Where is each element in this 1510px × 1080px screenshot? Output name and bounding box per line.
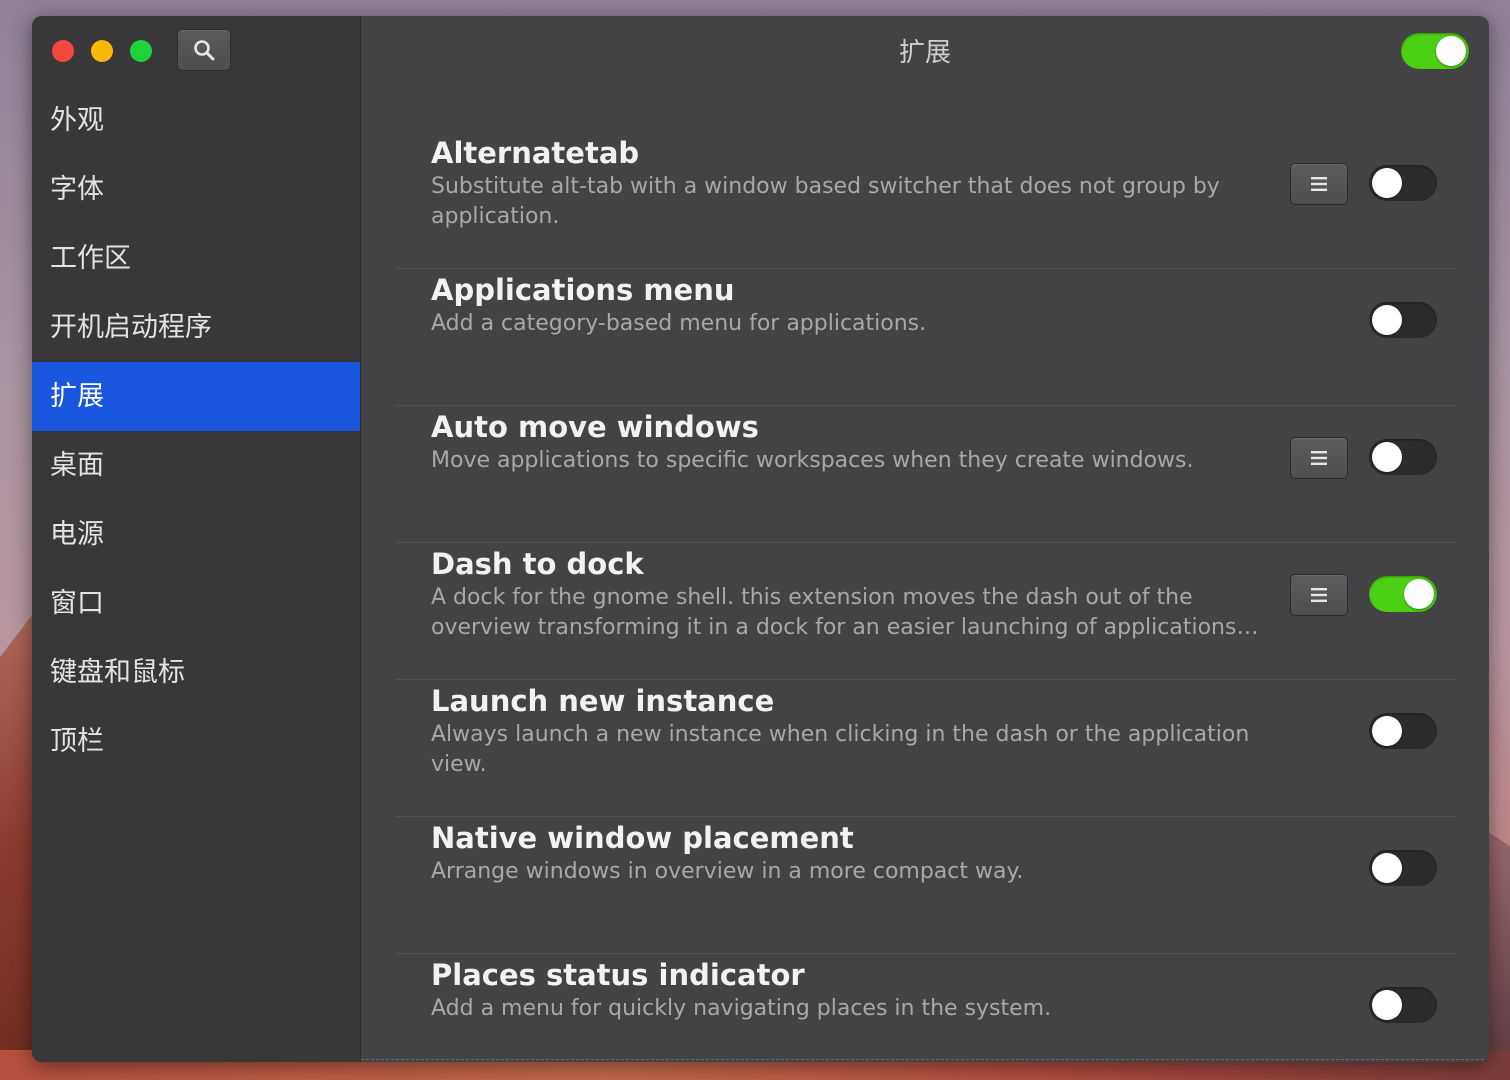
extension-row: Auto move windows Move applications to sp…	[395, 406, 1456, 543]
sidebar-item[interactable]: 外观	[32, 86, 360, 155]
toggle-knob	[1372, 442, 1402, 472]
sidebar-item[interactable]: 电源	[32, 500, 360, 569]
extension-row: Places status indicator Add a menu for qu…	[395, 954, 1456, 1062]
search-button[interactable]	[177, 29, 231, 71]
sidebar-item[interactable]: 开机启动程序	[32, 293, 360, 362]
extension-settings-button[interactable]	[1290, 163, 1348, 205]
list-bottom-edge	[361, 1059, 1489, 1062]
header: 扩展	[361, 16, 1489, 86]
page-title: 扩展	[898, 38, 951, 68]
sidebar-item[interactable]: 字体	[32, 155, 360, 224]
extension-name: Places status indicator	[431, 958, 805, 992]
sidebar-item[interactable]: 窗口	[32, 569, 360, 638]
extension-toggle[interactable]	[1369, 987, 1437, 1023]
extension-toggle[interactable]	[1369, 302, 1437, 338]
minimize-button[interactable]	[91, 40, 113, 62]
extension-toggle[interactable]	[1369, 576, 1437, 612]
extension-description: Move applications to specific workspaces…	[431, 448, 1194, 473]
extension-name: Dash to dock	[431, 547, 644, 581]
toggle-knob	[1372, 853, 1402, 883]
extension-row: Launch new instance Always launch a new i…	[395, 680, 1456, 817]
extension-name: Applications menu	[431, 273, 735, 307]
tweaks-window: 外观 字体 工作区 开机启动程序 扩展 桌面 电源 窗口 键盘和鼠标 顶栏 扩展 Alternat…	[32, 16, 1489, 1062]
extensions-master-toggle[interactable]	[1401, 33, 1469, 69]
extension-description: Add a category-based menu for applicatio…	[431, 311, 927, 336]
toggle-knob	[1372, 168, 1402, 198]
extension-description: Substitute alt-tab with a window based s…	[431, 174, 1220, 229]
sidebar-item[interactable]: 工作区	[32, 224, 360, 293]
extension-toggle[interactable]	[1369, 165, 1437, 201]
extension-name: Auto move windows	[431, 410, 759, 444]
extension-description: Arrange windows in overview in a more co…	[431, 859, 1024, 884]
toggle-knob	[1372, 990, 1402, 1020]
extension-row: Alternatetab Substitute alt-tab with a wi…	[395, 132, 1456, 269]
extension-name: Native window placement	[431, 821, 854, 855]
extension-row: Dash to dock A dock for the gnome shell. …	[395, 543, 1456, 680]
sidebar-titlebar	[32, 16, 360, 86]
extension-settings-button[interactable]	[1290, 574, 1348, 616]
toggle-knob	[1372, 716, 1402, 746]
sidebar-item[interactable]: 扩展	[32, 362, 360, 431]
extension-description: A dock for the gnome shell. this extensi…	[431, 585, 1237, 640]
sidebar: 外观 字体 工作区 开机启动程序 扩展 桌面 电源 窗口 键盘和鼠标 顶栏	[32, 16, 361, 1062]
extension-name: Launch new instance	[431, 684, 775, 718]
menu-lines-icon	[1311, 451, 1327, 465]
close-button[interactable]	[52, 40, 74, 62]
menu-lines-icon	[1311, 588, 1327, 602]
toggle-knob	[1372, 305, 1402, 335]
toggle-knob	[1436, 36, 1466, 66]
menu-lines-icon	[1311, 177, 1327, 191]
extension-row: Native window placement Arrange windows i…	[395, 817, 1456, 954]
extension-settings-button[interactable]	[1290, 437, 1348, 479]
extension-toggle[interactable]	[1369, 713, 1437, 749]
search-icon	[194, 40, 215, 61]
sidebar-nav: 外观 字体 工作区 开机启动程序 扩展 桌面 电源 窗口 键盘和鼠标 顶栏	[32, 86, 360, 776]
extension-toggle[interactable]	[1369, 850, 1437, 886]
extension-toggle[interactable]	[1369, 439, 1437, 475]
sidebar-item[interactable]: 桌面	[32, 431, 360, 500]
maximize-button[interactable]	[130, 40, 152, 62]
sidebar-item[interactable]: 键盘和鼠标	[32, 638, 360, 707]
extensions-list: Alternatetab Substitute alt-tab with a wi…	[395, 132, 1456, 1062]
extension-description: Add a menu for quickly navigating places…	[431, 996, 1052, 1021]
toggle-knob	[1404, 579, 1434, 609]
sidebar-item[interactable]: 顶栏	[32, 707, 360, 776]
extension-row: Applications menu Add a category-based me…	[395, 269, 1456, 406]
main-panel: 扩展 Alternatetab Substitute alt-tab with a…	[361, 16, 1489, 1062]
extension-name: Alternatetab	[431, 136, 640, 170]
extension-description: Always launch a new instance when clicki…	[431, 722, 1250, 777]
